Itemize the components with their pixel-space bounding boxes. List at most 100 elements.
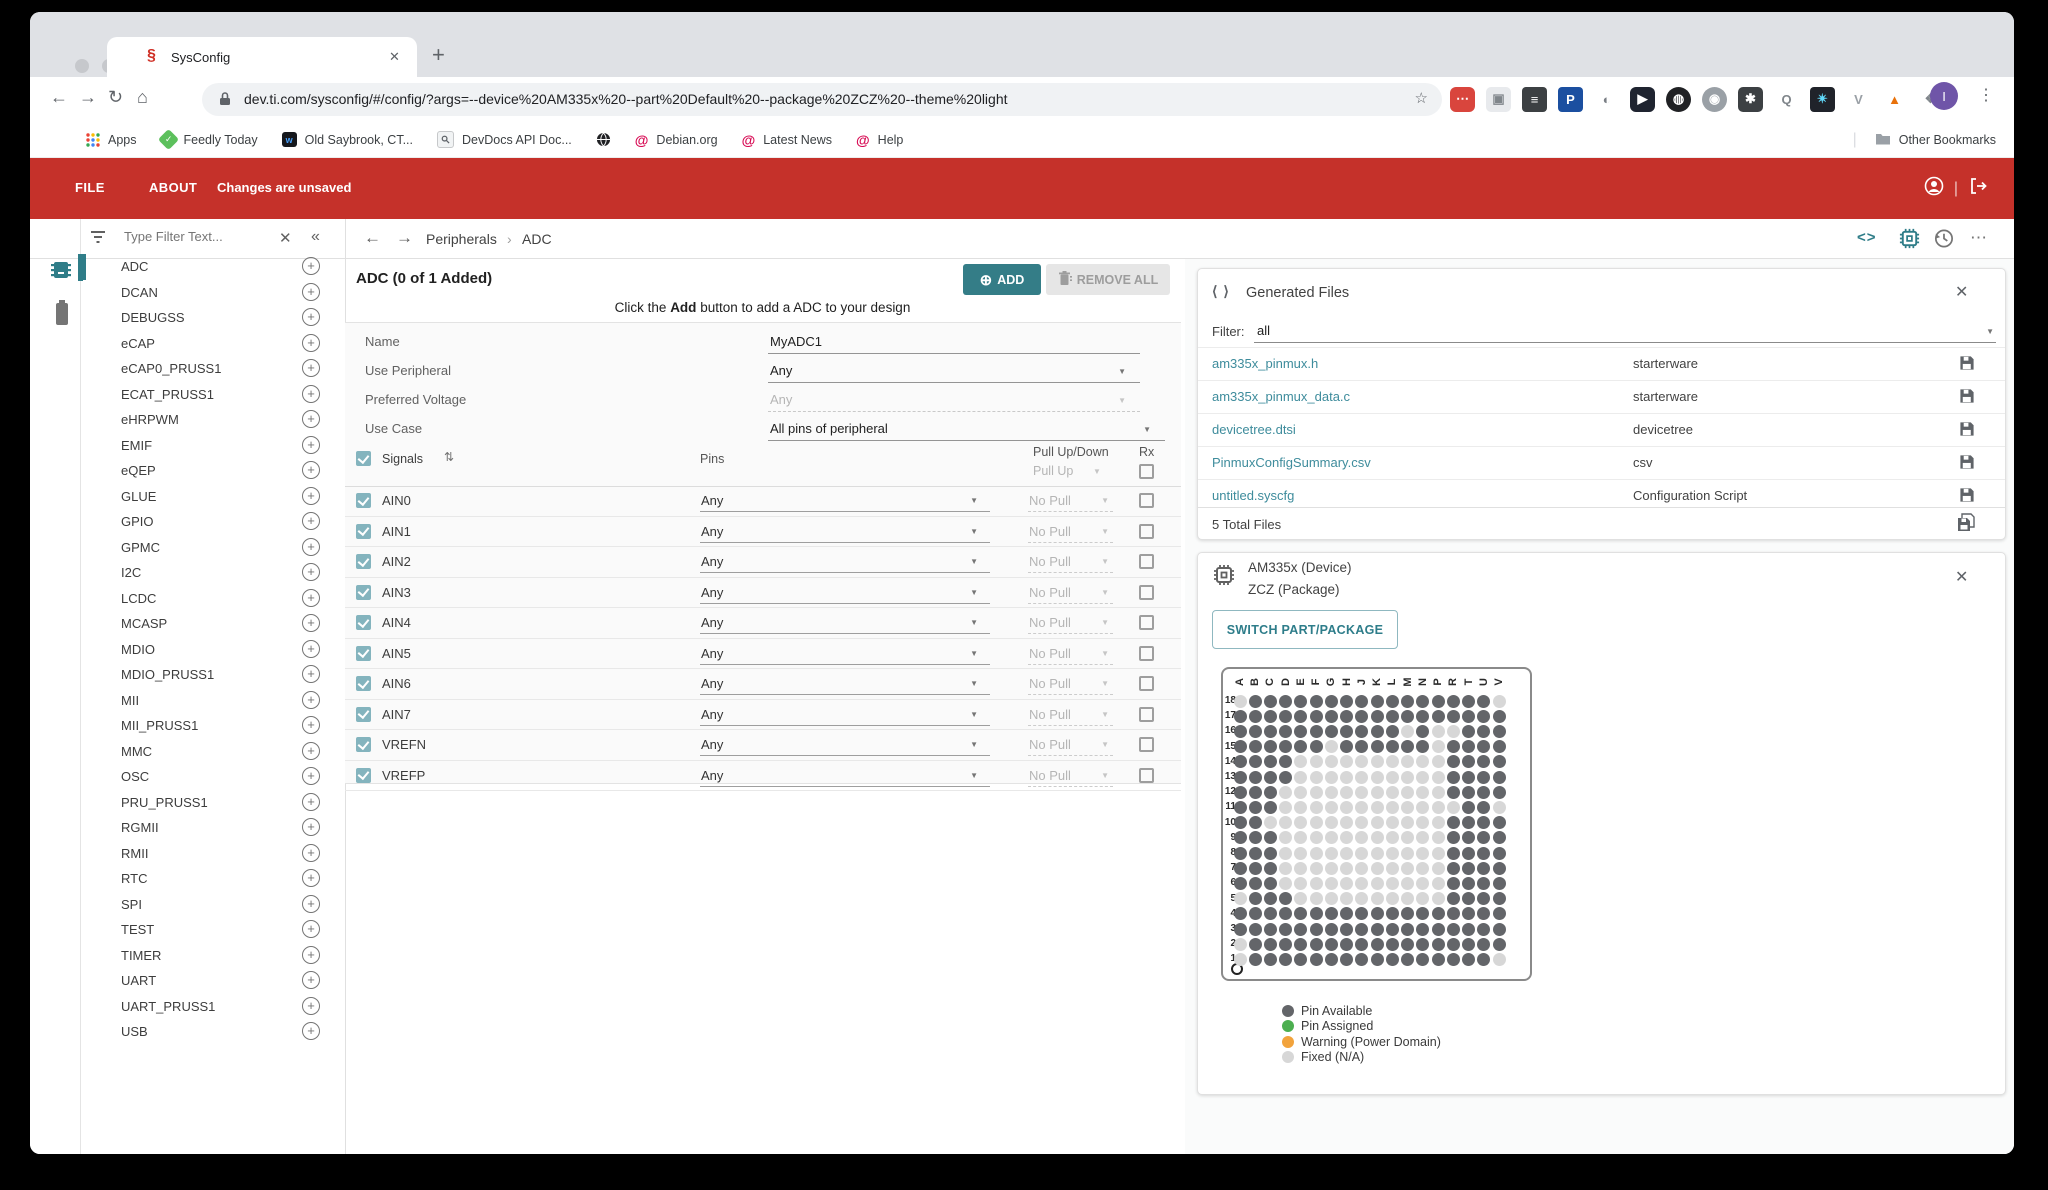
pin-P17[interactable] xyxy=(1432,710,1445,723)
pin-T3[interactable] xyxy=(1462,923,1475,936)
account-icon[interactable] xyxy=(1924,176,1944,201)
pin-T1[interactable] xyxy=(1462,953,1475,966)
pin-D17[interactable] xyxy=(1279,710,1292,723)
pin-select[interactable]: Any▼ xyxy=(700,765,990,787)
add-peripheral-icon[interactable]: + xyxy=(302,946,320,964)
pin-T16[interactable] xyxy=(1462,725,1475,738)
pin-C14[interactable] xyxy=(1264,755,1277,768)
sidebar-item-eqep[interactable]: eQEP+ xyxy=(81,458,345,484)
history-icon[interactable] xyxy=(1932,227,1955,255)
pin-J7[interactable] xyxy=(1355,862,1368,875)
pin-M9[interactable] xyxy=(1401,831,1414,844)
pin-V18[interactable] xyxy=(1493,695,1506,708)
pull-header-select[interactable]: Pull Up xyxy=(1033,464,1073,478)
rx-checkbox[interactable] xyxy=(1139,737,1154,752)
pin-V7[interactable] xyxy=(1493,862,1506,875)
pin-C9[interactable] xyxy=(1264,831,1277,844)
pin-M12[interactable] xyxy=(1401,786,1414,799)
pin-K5[interactable] xyxy=(1371,892,1384,905)
pin-A9[interactable] xyxy=(1234,831,1247,844)
url-bar[interactable]: dev.ti.com/sysconfig/#/config/?args=--de… xyxy=(202,83,1442,116)
pin-V14[interactable] xyxy=(1493,755,1506,768)
use-peripheral-select[interactable]: Any▼ xyxy=(768,360,1140,383)
pin-C1[interactable] xyxy=(1264,953,1277,966)
pin-R14[interactable] xyxy=(1447,755,1460,768)
pin-F18[interactable] xyxy=(1310,695,1323,708)
pin-B15[interactable] xyxy=(1249,740,1262,753)
pin-R12[interactable] xyxy=(1447,786,1460,799)
pin-E5[interactable] xyxy=(1294,892,1307,905)
pin-K6[interactable] xyxy=(1371,877,1384,890)
pin-H18[interactable] xyxy=(1340,695,1353,708)
rx-checkbox[interactable] xyxy=(1139,493,1154,508)
forward-icon[interactable]: → xyxy=(79,87,97,108)
browser-menu-icon[interactable]: ⋮ xyxy=(1978,85,1994,105)
pin-D3[interactable] xyxy=(1279,923,1292,936)
pin-F15[interactable] xyxy=(1310,740,1323,753)
add-peripheral-icon[interactable]: + xyxy=(302,614,320,632)
pin-V17[interactable] xyxy=(1493,710,1506,723)
sidebar-item-mmc[interactable]: MMC+ xyxy=(81,739,345,765)
add-peripheral-icon[interactable]: + xyxy=(302,767,320,785)
pin-E8[interactable] xyxy=(1294,847,1307,860)
pin-V11[interactable] xyxy=(1493,801,1506,814)
sidebar-item-mdio[interactable]: MDIO+ xyxy=(81,637,345,663)
pin-N18[interactable] xyxy=(1416,695,1429,708)
pin-L13[interactable] xyxy=(1386,771,1399,784)
pin-T17[interactable] xyxy=(1462,710,1475,723)
pin-H8[interactable] xyxy=(1340,847,1353,860)
pin-T12[interactable] xyxy=(1462,786,1475,799)
sidebar-item-dcan[interactable]: DCAN+ xyxy=(81,280,345,306)
pin-A7[interactable] xyxy=(1234,862,1247,875)
add-peripheral-icon[interactable]: + xyxy=(302,538,320,556)
signal-checkbox[interactable] xyxy=(356,615,371,630)
add-button[interactable]: ⊕ ADD xyxy=(963,264,1041,295)
globe-bookmark-icon[interactable] xyxy=(596,132,611,147)
sidebar-item-glue[interactable]: GLUE+ xyxy=(81,484,345,510)
document-extension-icon[interactable]: ≡ xyxy=(1522,87,1547,112)
pin-E18[interactable] xyxy=(1294,695,1307,708)
save-file-icon[interactable] xyxy=(1959,421,1975,442)
pin-G5[interactable] xyxy=(1325,892,1338,905)
pin-U16[interactable] xyxy=(1477,725,1490,738)
pin-D13[interactable] xyxy=(1279,771,1292,784)
pin-B18[interactable] xyxy=(1249,695,1262,708)
pin-H13[interactable] xyxy=(1340,771,1353,784)
use-case-select[interactable]: All pins of peripheral▼ xyxy=(768,418,1165,441)
password-manager-extension-icon[interactable]: ⋯ xyxy=(1450,87,1475,112)
pin-P7[interactable] xyxy=(1432,862,1445,875)
pin-M4[interactable] xyxy=(1401,907,1414,920)
pin-B1[interactable] xyxy=(1249,953,1262,966)
sidebar-item-mcasp[interactable]: MCASP+ xyxy=(81,611,345,637)
pin-select[interactable]: Any▼ xyxy=(700,673,990,695)
rx-checkbox[interactable] xyxy=(1139,646,1154,661)
pin-C3[interactable] xyxy=(1264,923,1277,936)
pin-F7[interactable] xyxy=(1310,862,1323,875)
pin-K16[interactable] xyxy=(1371,725,1384,738)
pin-A18[interactable] xyxy=(1234,695,1247,708)
pin-T6[interactable] xyxy=(1462,877,1475,890)
pin-D18[interactable] xyxy=(1279,695,1292,708)
file-link[interactable]: devicetree.dtsi xyxy=(1212,422,1296,437)
pin-M13[interactable] xyxy=(1401,771,1414,784)
pin-K11[interactable] xyxy=(1371,801,1384,814)
pin-E3[interactable] xyxy=(1294,923,1307,936)
sidebar-item-ehrpwm[interactable]: eHRPWM+ xyxy=(81,407,345,433)
pin-F4[interactable] xyxy=(1310,907,1323,920)
sidebar-filter-input[interactable] xyxy=(122,228,266,245)
rx-checkbox[interactable] xyxy=(1139,707,1154,722)
pin-B9[interactable] xyxy=(1249,831,1262,844)
pin-C7[interactable] xyxy=(1264,862,1277,875)
pin-P4[interactable] xyxy=(1432,907,1445,920)
pin-N15[interactable] xyxy=(1416,740,1429,753)
sidebar-item-ecap0_pruss1[interactable]: eCAP0_PRUSS1+ xyxy=(81,356,345,382)
sidebar-item-rtc[interactable]: RTC+ xyxy=(81,866,345,892)
pin-G8[interactable] xyxy=(1325,847,1338,860)
pin-G7[interactable] xyxy=(1325,862,1338,875)
sidebar-item-ecap[interactable]: eCAP+ xyxy=(81,331,345,357)
pin-select[interactable]: Any▼ xyxy=(700,612,990,634)
pin-select[interactable]: Any▼ xyxy=(700,551,990,573)
pin-E1[interactable] xyxy=(1294,953,1307,966)
paypal-extension-icon[interactable]: P xyxy=(1558,87,1583,112)
pin-M10[interactable] xyxy=(1401,816,1414,829)
